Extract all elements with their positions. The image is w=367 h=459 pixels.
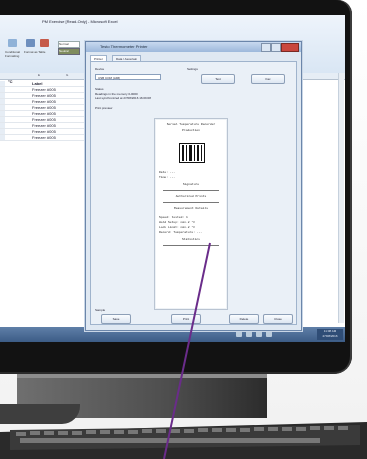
temperature-unit-label: °C — [8, 79, 13, 84]
format-as-table-icon[interactable] — [26, 39, 35, 47]
receipt-line: Statistics — [181, 238, 200, 241]
sample-label: Sample — [95, 308, 106, 312]
cell-styles-icon[interactable] — [40, 39, 49, 47]
style-normal[interactable]: Normal — [58, 41, 80, 48]
receipt-line: Measurement Details — [173, 207, 209, 210]
row-number — [0, 87, 5, 92]
barcode-image — [179, 143, 205, 163]
taskbar-app-icon[interactable] — [266, 331, 272, 337]
table-cell[interactable]: Freezer #005 — [32, 105, 56, 110]
receipt-divider — [163, 245, 219, 246]
table-cell[interactable]: Freezer #005 — [32, 111, 56, 116]
dialog-title: Testo Thermometer Printer — [100, 44, 148, 49]
receipt-line: Hold Setup: min.2 °C — [159, 221, 196, 224]
settings-label: Settings — [187, 67, 198, 71]
delete-button[interactable]: Delete — [229, 314, 259, 324]
print-preview-label: Print preview — [95, 106, 113, 110]
status-label: Status — [95, 87, 104, 91]
row-number — [0, 123, 5, 128]
close-button[interactable]: Close — [263, 314, 293, 324]
excel-title: PM Exercise [Read-Only] - Microsoft Exce… — [42, 19, 118, 24]
taskbar-app-icon[interactable] — [256, 331, 262, 337]
clock-date: 27/08/2016 — [322, 334, 338, 338]
status-line: Last synchronized at 27/08/2016 16:09:08 — [95, 96, 151, 100]
monitor-screen: PM Exercise [Read-Only] - Microsoft Exce… — [0, 15, 345, 342]
receipt-line: Date: --- — [159, 171, 176, 174]
receipt-line: Production — [181, 129, 200, 132]
table-row[interactable]: Freezer #005 — [0, 135, 86, 141]
receipt-line: Signature — [182, 183, 200, 186]
receipt-divider — [163, 202, 219, 203]
receipt-line: Serial Temperature Recorder — [166, 123, 216, 126]
row-number — [0, 117, 5, 122]
receipt-divider — [163, 190, 219, 191]
settings-text-button[interactable]: Text — [201, 74, 235, 84]
row-number — [0, 81, 5, 86]
save-button[interactable]: Save — [101, 314, 131, 324]
row-number — [0, 99, 5, 104]
receipt-line: Speed: tested: 1 — [159, 216, 188, 219]
style-neutral[interactable]: Neutral — [58, 48, 80, 55]
receipt-line: Time: --- — [159, 176, 176, 179]
maximize-icon[interactable] — [271, 43, 281, 52]
print-preview-receipt: Serial Temperature Recorder Production D… — [154, 118, 228, 310]
minimize-icon[interactable] — [261, 43, 271, 52]
keyboard-image — [0, 422, 367, 459]
settings-fax-button[interactable]: Fax — [251, 74, 285, 84]
monitor-stand-highlight — [17, 374, 267, 378]
row-number — [0, 135, 5, 140]
column-header-e[interactable]: E — [38, 73, 40, 77]
conditional-formatting-icon[interactable] — [8, 39, 17, 47]
table-cell[interactable]: Label — [32, 81, 42, 86]
close-icon[interactable] — [281, 43, 299, 52]
taskbar-app-icon[interactable] — [236, 331, 242, 337]
formatting-label: Formatting — [5, 54, 20, 58]
print-button[interactable]: Print — [171, 314, 201, 324]
table-cell[interactable]: Freezer #005 — [32, 135, 56, 140]
table-cell[interactable]: Freezer #005 — [32, 99, 56, 104]
table-cell[interactable]: Freezer #005 — [32, 123, 56, 128]
row-number — [0, 111, 5, 116]
device-select[interactable]: USB COM (AIM) — [95, 74, 161, 80]
column-header-g[interactable]: G — [66, 73, 68, 77]
receipt-line: Lock Limit: min.2 °C — [159, 226, 196, 229]
printer-dialog: Testo Thermometer Printer Printer Data /… — [85, 41, 302, 331]
table-cell[interactable]: Freezer #005 — [32, 87, 56, 92]
table-cell[interactable]: Freezer #005 — [32, 117, 56, 122]
taskbar-app-icon[interactable] — [246, 331, 252, 337]
receipt-line: Record: Temperature: --- — [159, 231, 203, 234]
receipt-line: Authorized Prints — [175, 195, 207, 198]
row-number — [0, 105, 5, 110]
row-number — [0, 129, 5, 134]
vertical-scrollbar[interactable] — [338, 73, 344, 323]
dialog-titlebar: Testo Thermometer Printer — [86, 42, 301, 52]
device-label: Device — [95, 67, 105, 71]
printer-panel: Device USB COM (AIM) Settings Text Fax S… — [90, 61, 297, 325]
taskbar-clock[interactable]: 11:08 AM 27/08/2016 — [317, 329, 343, 340]
table-cell[interactable]: Freezer #005 — [32, 129, 56, 134]
row-number — [0, 93, 5, 98]
table-cell[interactable]: Freezer #005 — [32, 93, 56, 98]
format-as-table-label: Format as Table — [24, 50, 46, 54]
